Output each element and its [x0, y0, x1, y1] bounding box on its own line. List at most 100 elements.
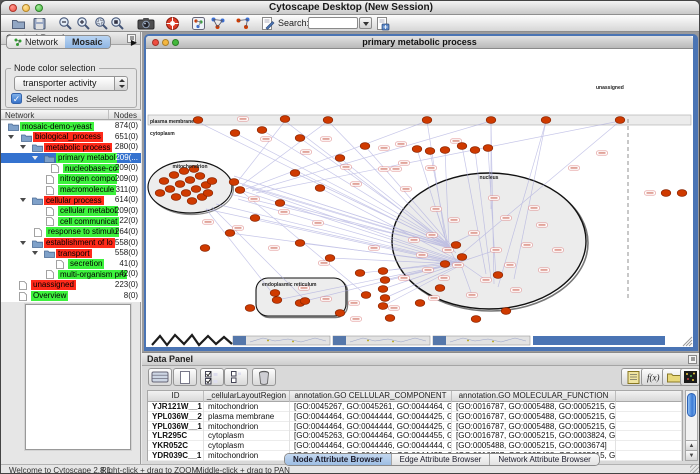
- frame-resize-grip[interactable]: [686, 340, 692, 346]
- node-color-dropdown[interactable]: transporter activity: [14, 76, 128, 91]
- tree-row[interactable]: primary metabol209(...: [1, 153, 141, 164]
- table-scrollbar[interactable]: ▲ ▼: [685, 390, 698, 461]
- table-cell[interactable]: [616, 441, 682, 451]
- network-node[interactable]: [435, 285, 445, 292]
- network-node[interactable]: [257, 127, 267, 134]
- table-cell[interactable]: YJR121W__1: [148, 402, 204, 412]
- network-node[interactable]: [230, 130, 240, 137]
- table-cell[interactable]: [GO:0005488, GO:0005215, GO:0003674]: [452, 441, 616, 451]
- zoom-fit-icon[interactable]: [110, 16, 125, 31]
- network-node[interactable]: [245, 305, 255, 312]
- annotation-icon[interactable]: [260, 16, 275, 31]
- tree-row[interactable]: nucleobase-co209(0): [1, 163, 141, 174]
- network-node[interactable]: [300, 298, 310, 305]
- network-canvas[interactable]: plasma membranecytoplasmmitochondrionnuc…: [146, 49, 693, 347]
- tree-row[interactable]: secretion41(0): [1, 259, 141, 270]
- network-node[interactable]: [169, 172, 179, 179]
- network-node[interactable]: [171, 194, 181, 201]
- network-node[interactable]: [325, 255, 335, 262]
- network-node[interactable]: [185, 177, 195, 184]
- tree-row[interactable]: metabolic process280(0): [1, 142, 141, 153]
- column-header[interactable]: annotation.GO CELLULAR_COMPONENT: [290, 391, 452, 402]
- network-node[interactable]: [181, 190, 191, 197]
- network-node[interactable]: [378, 268, 388, 275]
- attribute-grid-icon[interactable]: [148, 368, 172, 386]
- column-header[interactable]: annotation.GO MOLECULAR_FUNCTION: [452, 391, 616, 402]
- network-node[interactable]: [661, 190, 671, 197]
- save-session-icon[interactable]: [32, 16, 47, 31]
- tab-network[interactable]: Network: [7, 36, 65, 48]
- scroll-up-icon[interactable]: ▲: [686, 440, 697, 450]
- layout-blue-icon[interactable]: [210, 16, 225, 31]
- network-node[interactable]: [493, 272, 503, 279]
- network-node[interactable]: [195, 173, 205, 180]
- select-nodes-checkbox[interactable]: ✓: [11, 93, 22, 104]
- network-node[interactable]: [380, 295, 390, 302]
- table-row[interactable]: YLR295Ccytoplasm[GO:0045263, GO:0044464,…: [148, 431, 682, 441]
- table-cell[interactable]: [616, 431, 682, 441]
- tree-row[interactable]: establishment of lo558(0): [1, 238, 141, 249]
- import-attributes-icon[interactable]: [375, 16, 390, 31]
- network-node[interactable]: [225, 230, 235, 237]
- network-node[interactable]: [415, 300, 425, 307]
- network-node[interactable]: [229, 179, 239, 186]
- network-node[interactable]: [380, 277, 390, 284]
- minimized-window-bar[interactable]: [333, 336, 430, 345]
- minimized-window-bar-selected[interactable]: [533, 336, 665, 345]
- tree-row-label[interactable]: macromolecule: [58, 185, 116, 195]
- network-node[interactable]: [165, 186, 175, 193]
- table-cell[interactable]: [GO:0044464, GO:0044446, GO:0044444, G..…: [290, 441, 452, 451]
- tree-row[interactable]: Overview8(0): [1, 291, 141, 302]
- tab-network-attribute-browser[interactable]: Network Attribute Browser: [490, 454, 598, 465]
- network-node[interactable]: [470, 147, 480, 154]
- column-header[interactable]: _cellularLayoutRegion: [204, 391, 290, 402]
- tab-node-attribute-browser[interactable]: Node Attribute Browser: [285, 454, 392, 465]
- window-resize-grip[interactable]: [690, 464, 700, 474]
- table-cell[interactable]: mitochondrion: [204, 451, 290, 461]
- network-node[interactable]: [412, 146, 422, 153]
- network-node[interactable]: [175, 181, 185, 188]
- tree-row[interactable]: cellular metabol209(0): [1, 206, 141, 217]
- network-node[interactable]: [315, 185, 325, 192]
- network-node[interactable]: [295, 240, 305, 247]
- network-node[interactable]: [501, 308, 511, 315]
- tree-row[interactable]: response to stimulu264(0): [1, 227, 141, 238]
- network-node[interactable]: [440, 147, 450, 154]
- minimized-window-icon[interactable]: [333, 336, 346, 345]
- tree-row[interactable]: nitrogen compo209(0): [1, 174, 141, 185]
- tree-row-label[interactable]: nitrogen compo: [58, 174, 117, 184]
- network-node[interactable]: [335, 310, 345, 317]
- table-cell[interactable]: cytoplasm: [204, 441, 290, 451]
- table-cell[interactable]: [GO:0016787, GO:0005488, GO:0005215, G..…: [452, 402, 616, 412]
- expand-arrow-icon[interactable]: [20, 145, 26, 149]
- tree-row-label[interactable]: nucleobase-co: [63, 164, 119, 174]
- snapshot-camera-icon[interactable]: [137, 16, 152, 31]
- table-cell[interactable]: [GO:0044464, GO:0044444, GO:0044425, G..…: [290, 412, 452, 422]
- scroll-down-icon[interactable]: ▼: [686, 450, 697, 460]
- open-session-icon[interactable]: [11, 16, 26, 31]
- tree-row-label[interactable]: secretion: [68, 259, 104, 269]
- network-node[interactable]: [250, 215, 260, 222]
- network-node[interactable]: [355, 270, 365, 277]
- tree-row-label[interactable]: cellular process: [44, 196, 104, 206]
- network-node[interactable]: [272, 297, 282, 304]
- network-node[interactable]: [440, 261, 450, 268]
- new-attribute-icon[interactable]: [173, 368, 197, 386]
- tree-row-label[interactable]: cell communicat: [58, 217, 119, 227]
- table-cell[interactable]: [GO:0045267, GO:0045261, GO:0044464, G..…: [290, 402, 452, 412]
- table-cell[interactable]: cytoplasm: [204, 431, 290, 441]
- column-header[interactable]: ID: [148, 391, 204, 402]
- minimized-window-icon[interactable]: [433, 336, 446, 345]
- tree-row-label[interactable]: primary metabol: [56, 153, 117, 163]
- frame-resize-grip[interactable]: [689, 343, 692, 346]
- table-cell[interactable]: [GO:0016787, GO:0005215, GO:0003824, G..…: [452, 431, 616, 441]
- tree-row-label[interactable]: cellular metabol: [58, 206, 118, 216]
- tree-row[interactable]: cell communicat22(0): [1, 216, 141, 227]
- tree-row-label[interactable]: response to stimulu: [46, 227, 119, 237]
- minimized-window-bar[interactable]: [233, 336, 330, 345]
- tree-row-label[interactable]: Overview: [31, 291, 68, 301]
- expand-arrow-icon[interactable]: [8, 135, 14, 139]
- table-cell[interactable]: plasma membrane: [204, 412, 290, 422]
- network-node[interactable]: [159, 178, 169, 185]
- zoom-out-icon[interactable]: [58, 16, 73, 31]
